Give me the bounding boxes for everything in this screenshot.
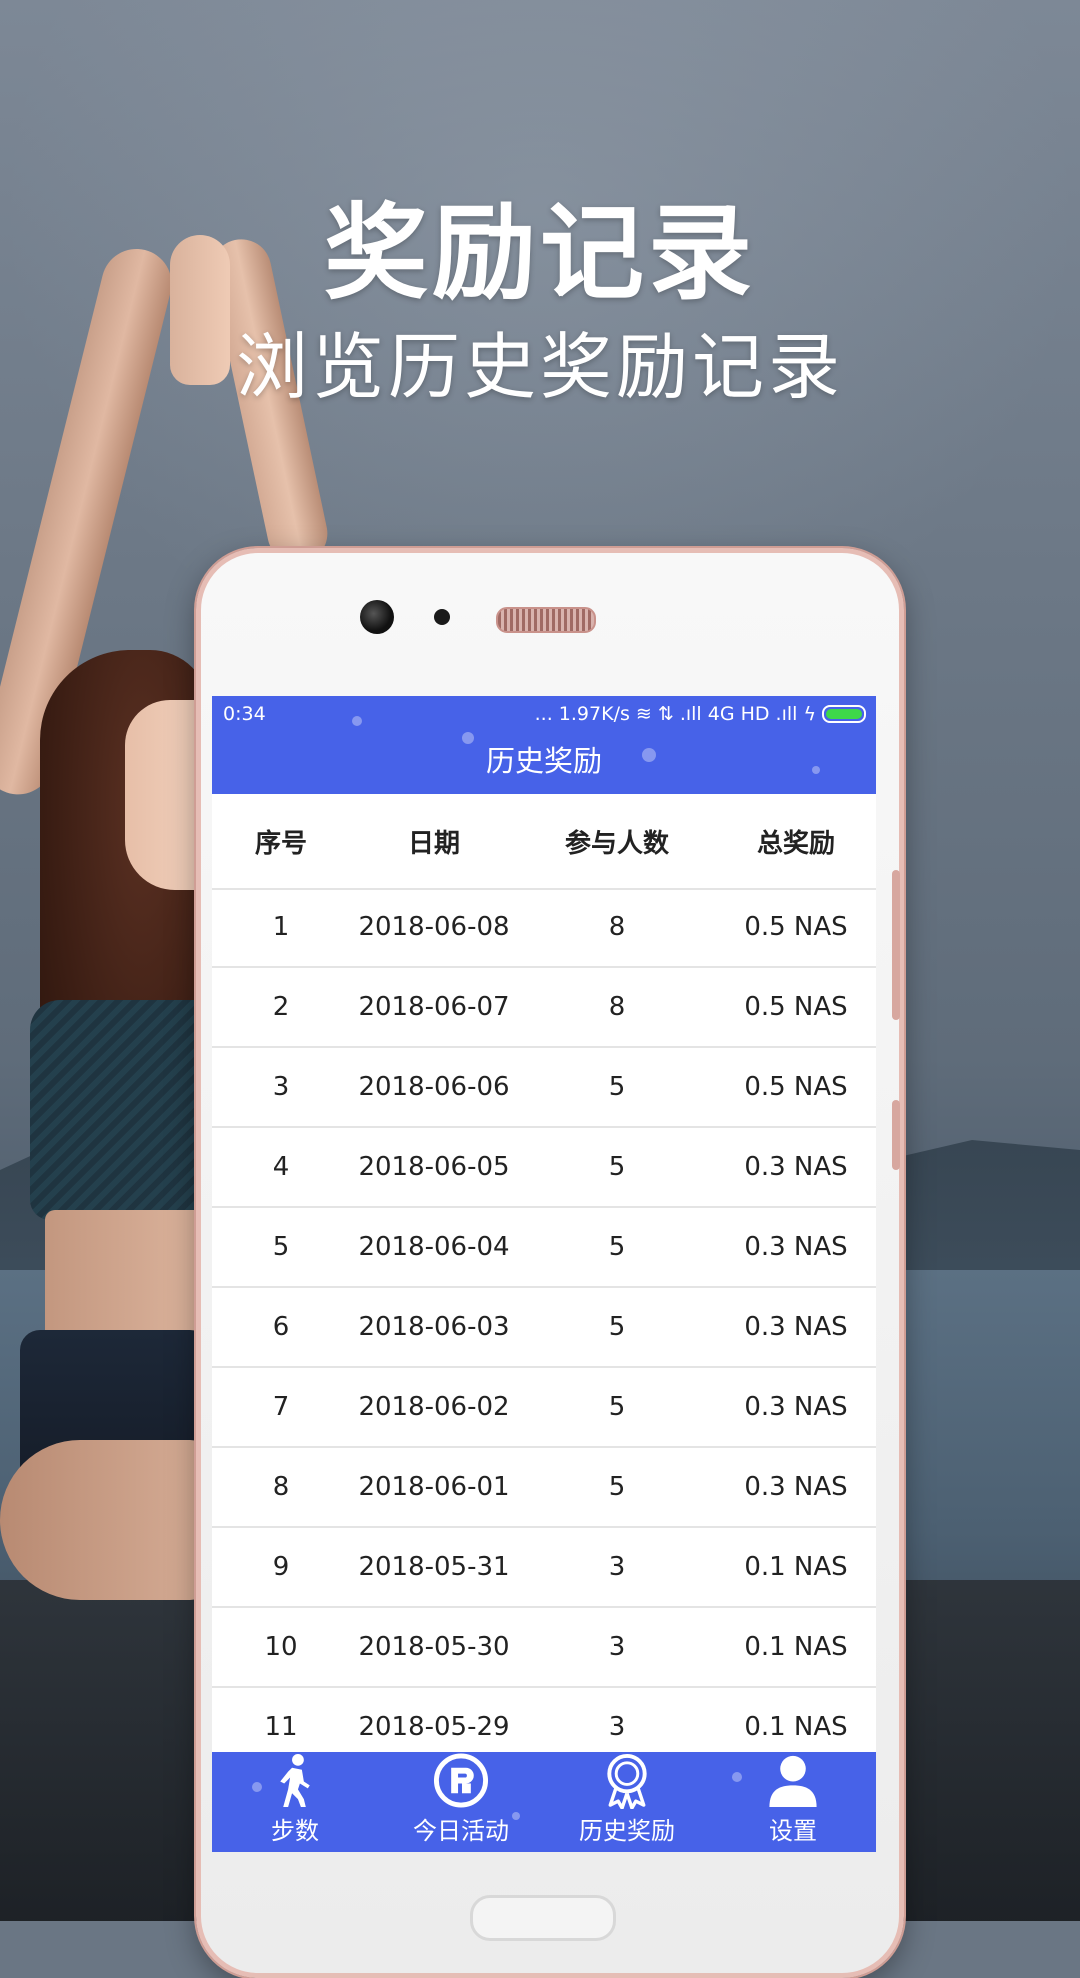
cell-total-reward: 0.5 NAS: [744, 1072, 848, 1102]
user-profile-icon: [769, 1755, 817, 1808]
tab-steps[interactable]: 步数: [212, 1752, 378, 1852]
cell-index: 3: [272, 1072, 290, 1102]
status-time: 0:34: [223, 703, 266, 725]
tab-label: 设置: [769, 1817, 817, 1845]
cell-date: 2018-06-05: [358, 1152, 510, 1182]
cell-participants: 5: [608, 1312, 626, 1342]
cell-total-reward: 0.5 NAS: [744, 992, 848, 1022]
cell-date: 2018-06-03: [358, 1312, 510, 1342]
table-row[interactable]: 5 2018-06-04 5 0.3 NAS: [212, 1208, 876, 1288]
cell-date: 2018-06-01: [358, 1472, 510, 1502]
table-row[interactable]: 10 2018-05-30 3 0.1 NAS: [212, 1608, 876, 1688]
header-index: 序号: [254, 828, 307, 859]
cell-total-reward: 0.3 NAS: [744, 1312, 848, 1342]
table-row[interactable]: 3 2018-06-06 5 0.5 NAS: [212, 1048, 876, 1128]
model-top: [30, 1000, 205, 1220]
phone-power-button: [892, 1100, 900, 1170]
cell-index: 10: [264, 1632, 298, 1662]
cell-total-reward: 0.3 NAS: [744, 1392, 848, 1422]
table-row[interactable]: 7 2018-06-02 5 0.3 NAS: [212, 1368, 876, 1448]
cell-date: 2018-05-31: [358, 1552, 510, 1582]
cell-date: 2018-06-04: [358, 1232, 510, 1262]
cell-total-reward: 0.5 NAS: [744, 912, 848, 942]
cell-total-reward: 0.3 NAS: [744, 1152, 848, 1182]
cell-date: 2018-06-07: [358, 992, 510, 1022]
tab-settings[interactable]: 设置: [710, 1752, 876, 1852]
tab-label: 今日活动: [413, 1817, 509, 1845]
cell-date: 2018-05-30: [358, 1632, 510, 1662]
header-participants: 参与人数: [564, 828, 669, 859]
bottom-tab-bar: 步数 今日活动 历史奖励 设置: [212, 1752, 876, 1852]
cell-participants: 8: [608, 992, 626, 1022]
screen-title: 历史奖励: [485, 744, 602, 778]
promo-title: 奖励记录: [323, 191, 756, 314]
promo-subtitle: 浏览历史奖励记录: [235, 325, 844, 409]
cell-participants: 3: [608, 1632, 626, 1662]
cell-total-reward: 0.1 NAS: [744, 1632, 848, 1662]
tab-today-activity[interactable]: 今日活动: [378, 1752, 544, 1852]
cell-index: 11: [264, 1712, 298, 1742]
cell-index: 5: [272, 1232, 290, 1262]
phone-volume-button: [892, 870, 900, 1020]
cell-date: 2018-06-06: [358, 1072, 510, 1102]
cell-index: 7: [272, 1392, 290, 1422]
table-row[interactable]: 9 2018-05-31 3 0.1 NAS: [212, 1528, 876, 1608]
home-button: [470, 1895, 616, 1941]
cell-participants: 3: [608, 1712, 626, 1742]
earpiece-speaker: [496, 607, 596, 633]
walking-person-icon: [280, 1753, 310, 1808]
cell-total-reward: 0.3 NAS: [744, 1472, 848, 1502]
cell-participants: 3: [608, 1552, 626, 1582]
cell-index: 6: [272, 1312, 290, 1342]
header-total-reward: 总奖励: [756, 828, 835, 859]
cell-participants: 5: [608, 1392, 626, 1422]
cell-index: 4: [272, 1152, 290, 1182]
award-ribbon-icon: [607, 1753, 647, 1809]
header-date: 日期: [407, 828, 460, 859]
app-header: 0:34 ... 1.97K/s ≋ ⇅ .ıll 4G HD .ıll ϟ 历…: [212, 696, 876, 794]
table-row[interactable]: 2 2018-06-07 8 0.5 NAS: [212, 968, 876, 1048]
cell-index: 2: [272, 992, 290, 1022]
table-row[interactable]: 1 2018-06-08 8 0.5 NAS: [212, 888, 876, 968]
reward-table-body[interactable]: 1 2018-06-08 8 0.5 NAS 2 2018-06-07 8 0.5 NAS 3 2…: [212, 888, 876, 1768]
table-row[interactable]: 8 2018-06-01 5 0.3 NAS: [212, 1448, 876, 1528]
cell-participants: 5: [608, 1232, 626, 1262]
proximity-sensor: [434, 609, 450, 625]
cell-index: 1: [272, 912, 290, 942]
cell-participants: 5: [608, 1152, 626, 1182]
status-network-info: ... 1.97K/s ≋ ⇅ .ıll 4G HD .ıll ϟ: [534, 703, 816, 725]
activity-badge-icon: [433, 1753, 489, 1808]
cell-index: 8: [272, 1472, 290, 1502]
status-indicators: ... 1.97K/s ≋ ⇅ .ıll 4G HD .ıll ϟ: [535, 703, 866, 725]
battery-icon: [822, 705, 866, 723]
cell-index: 9: [272, 1552, 290, 1582]
model-torso: [45, 1210, 205, 1340]
cell-participants: 8: [608, 912, 626, 942]
table-row[interactable]: 6 2018-06-03 5 0.3 NAS: [212, 1288, 876, 1368]
model-leg: [0, 1440, 210, 1600]
front-camera: [360, 600, 394, 634]
table-row[interactable]: 4 2018-06-05 5 0.3 NAS: [212, 1128, 876, 1208]
cell-total-reward: 0.1 NAS: [744, 1712, 848, 1742]
table-header: 序号 日期 参与人数 总奖励: [212, 794, 876, 890]
tab-label: 步数: [271, 1817, 319, 1845]
cell-total-reward: 0.3 NAS: [744, 1232, 848, 1262]
cell-total-reward: 0.1 NAS: [744, 1552, 848, 1582]
tab-history-reward[interactable]: 历史奖励: [544, 1752, 710, 1852]
status-bar: 0:34 ... 1.97K/s ≋ ⇅ .ıll 4G HD .ıll ϟ: [212, 696, 876, 730]
cell-participants: 5: [608, 1072, 626, 1102]
cell-date: 2018-06-08: [358, 912, 510, 942]
cell-date: 2018-06-02: [358, 1392, 510, 1422]
cell-participants: 5: [608, 1472, 626, 1502]
phone-screen: 0:34 ... 1.97K/s ≋ ⇅ .ıll 4G HD .ıll ϟ 历…: [212, 696, 876, 1852]
tab-label: 历史奖励: [579, 1817, 675, 1845]
cell-date: 2018-05-29: [358, 1712, 510, 1742]
